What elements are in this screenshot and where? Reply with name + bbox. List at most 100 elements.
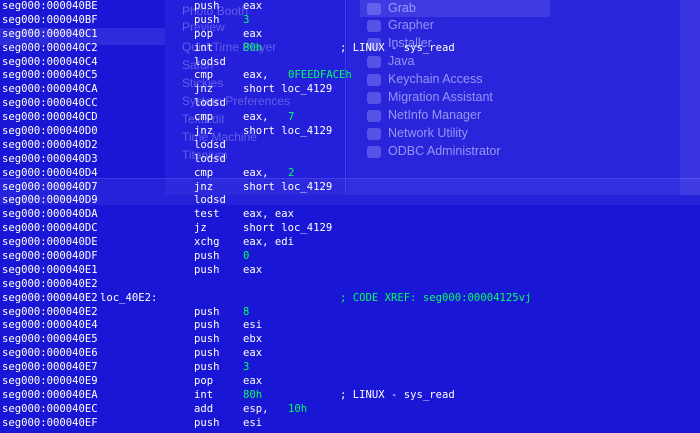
mnemonic: jnz [194,83,214,96]
listing-row[interactable]: seg000:000040CC lodsd [0,97,700,111]
listing-row[interactable]: seg000:000040CD cmp eax, 7 [0,111,700,125]
operand-number: 7 [288,111,295,124]
operand-number: 80h [243,388,263,401]
mnemonic: test [194,208,220,221]
mnemonic: push [194,305,220,318]
xref-comment: ; CODE XREF: seg000:00004125vj [340,291,532,304]
operand: ebx [243,333,263,346]
mnemonic: lodsd [194,97,226,110]
listing-row[interactable]: seg000:000040DC jz short loc_4129 [0,222,700,236]
operand: short loc_4129 [243,125,333,138]
mnemonic: jnz [194,180,214,193]
address: seg000:000040C1 [2,27,98,40]
operand-number: 3 [243,13,250,26]
listing-row[interactable]: seg000:000040E5 push ebx [0,333,700,347]
operand-number: 8 [243,305,250,318]
mnemonic: int [194,388,214,401]
listing-row[interactable]: seg000:000040EF push esi [0,417,700,431]
operand: esi [243,416,263,429]
listing-row[interactable]: seg000:000040D3 lodsd [0,153,700,167]
listing-row[interactable]: seg000:000040E2 push 8 [0,306,700,320]
listing-row[interactable]: seg000:000040C2 int 80h ; LINUX - sys_read [0,42,700,56]
operand: eax, [243,69,269,82]
operand: eax [243,375,263,388]
mnemonic: push [194,263,220,276]
address: seg000:000040D9 [2,194,98,207]
listing-row[interactable]: seg000:000040DE xchg eax, edi [0,236,700,250]
mnemonic: cmp [194,111,214,124]
address: seg000:000040D7 [2,180,98,193]
mnemonic: lodsd [194,138,226,151]
operand-number: 0 [243,250,250,263]
listing-row[interactable]: seg000:000040EA int 80h ; LINUX - sys_read [0,389,700,403]
operand: eax, [243,111,269,124]
address: seg000:000040E4 [2,319,98,332]
operand: short loc_4129 [243,180,333,193]
listing-row[interactable]: seg000:000040CA jnz short loc_4129 [0,83,700,97]
mnemonic: pop [194,27,214,40]
operand: eax [243,0,263,12]
mnemonic: pop [194,375,214,388]
mnemonic: push [194,333,220,346]
comment: ; LINUX - sys_read [340,388,455,401]
listing-row[interactable]: seg000:000040DF push 0 [0,250,700,264]
listing-row[interactable]: seg000:000040D9 lodsd [0,194,700,208]
listing-row[interactable]: seg000:000040E9 pop eax [0,375,700,389]
address: seg000:000040C4 [2,55,98,68]
address: seg000:000040E7 [2,361,98,374]
mnemonic: lodsd [194,152,226,165]
address: seg000:000040D3 [2,152,98,165]
listing-row[interactable]: seg000:000040E2 loc_40E2: ; CODE XREF: seg… [0,292,700,306]
listing-row[interactable]: seg000:000040D0 jnz short loc_4129 [0,125,700,139]
listing-row[interactable]: seg000:000040EC add esp, 10h [0,403,700,417]
operand: esi [243,319,263,332]
address: seg000:000040E2 [2,291,98,304]
mnemonic: push [194,416,220,429]
address: seg000:000040D0 [2,125,98,138]
listing-row[interactable]: seg000:000040D2 lodsd [0,139,700,153]
operand: eax, eax [243,208,295,221]
operand: eax [243,347,263,360]
mnemonic: jnz [194,125,214,138]
listing-row[interactable]: seg000:000040BF push 3 [0,14,700,28]
operand-number: 80h [243,41,263,54]
address: seg000:000040E9 [2,375,98,388]
listing-row[interactable]: seg000:000040E1 push eax [0,264,700,278]
address: seg000:000040DA [2,208,98,221]
operand: short loc_4129 [243,83,333,96]
address: seg000:000040CD [2,111,98,124]
listing-row[interactable]: seg000:000040D7 jnz short loc_4129 [0,181,700,195]
mnemonic: xchg [194,236,220,249]
listing-row[interactable]: seg000:000040E4 push esi [0,319,700,333]
address: seg000:000040E2 [2,277,98,290]
listing-row[interactable]: seg000:000040E7 push 3 [0,361,700,375]
listing-row[interactable]: seg000:000040E2 [0,278,700,292]
address: seg000:000040DF [2,250,98,263]
mnemonic: lodsd [194,194,226,207]
operand-number: 2 [288,166,295,179]
listing-row[interactable]: seg000:000040D4 cmp eax, 2 [0,167,700,181]
address: seg000:000040E1 [2,263,98,276]
listing-row[interactable]: seg000:000040C4 lodsd [0,56,700,70]
mnemonic: add [194,402,214,415]
listing-row[interactable]: seg000:000040DA test eax, eax [0,208,700,222]
comment: ; LINUX - sys_read [340,41,455,54]
address: seg000:000040E6 [2,347,98,360]
operand: eax [243,263,263,276]
disassembly-window: Photo Booth Preview QuickTime Player Safari… [0,0,700,433]
address: seg000:000040DE [2,236,98,249]
listing-row[interactable]: seg000:000040C1 pop eax [0,28,700,42]
mnemonic: push [194,250,220,263]
address: seg000:000040C5 [2,69,98,82]
disassembly-listing[interactable]: seg000:000040BE push eax seg000:000040BF pus… [0,0,700,433]
listing-row[interactable]: seg000:000040BE push eax [0,0,700,14]
mnemonic: int [194,41,214,54]
address: seg000:000040DC [2,222,98,235]
mnemonic: push [194,0,220,12]
address: seg000:000040CC [2,97,98,110]
listing-row[interactable]: seg000:000040C5 cmp eax, 0FEEDFACEh [0,69,700,83]
address: seg000:000040BF [2,13,98,26]
address: seg000:000040C2 [2,41,98,54]
operand: eax [243,27,263,40]
listing-row[interactable]: seg000:000040E6 push eax [0,347,700,361]
